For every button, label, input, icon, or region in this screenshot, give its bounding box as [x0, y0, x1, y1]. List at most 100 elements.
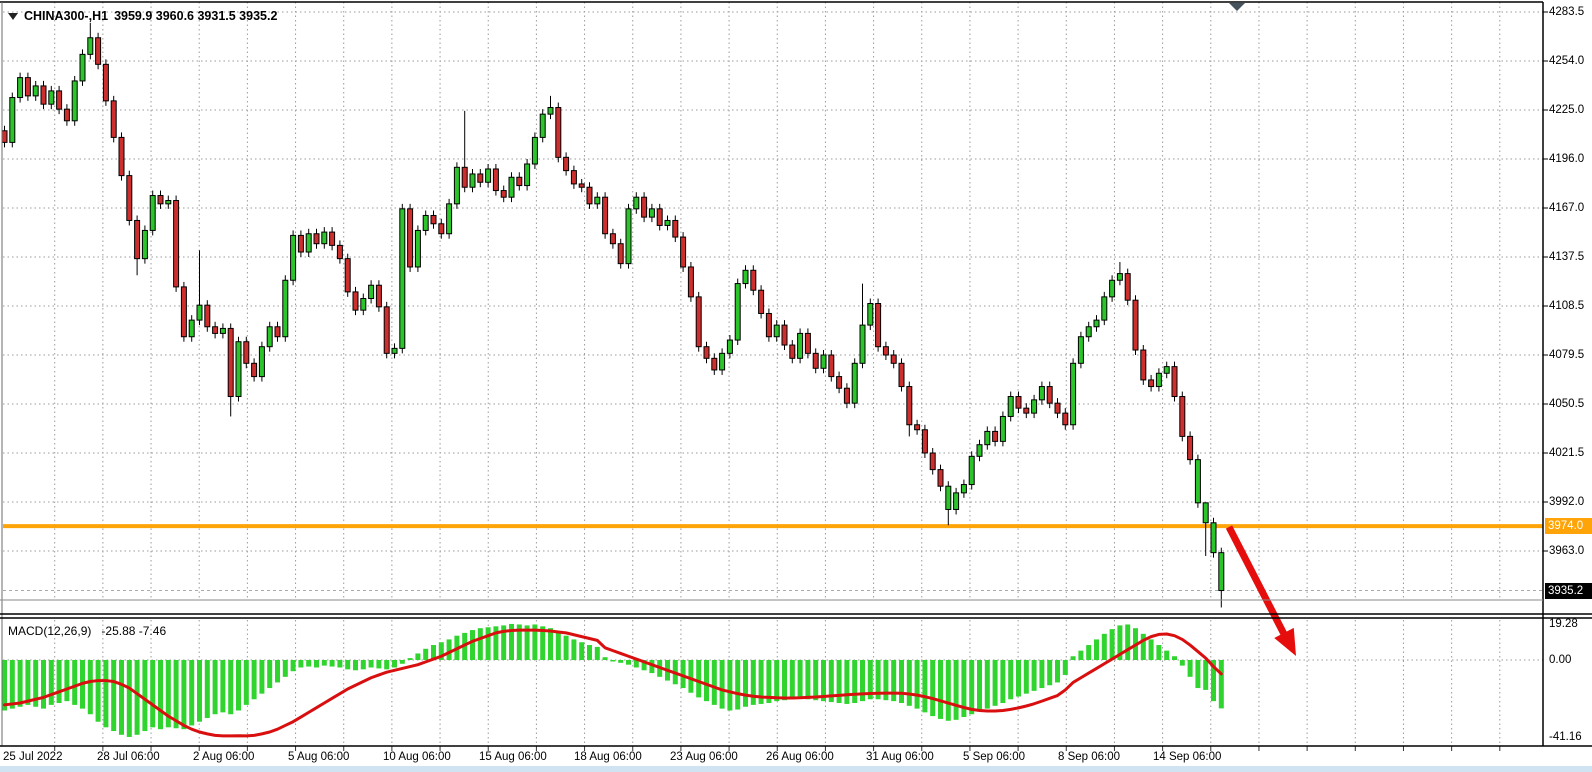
candle-bullish: [322, 232, 327, 244]
candle-bearish: [228, 328, 233, 396]
candle-bearish: [181, 287, 186, 337]
candle-bullish: [1102, 297, 1107, 320]
candle-bullish: [720, 353, 725, 370]
candle-bearish: [688, 267, 693, 297]
macd-histogram-bar: [361, 660, 366, 669]
candle-bullish: [150, 196, 155, 231]
candle-bearish: [1055, 403, 1060, 413]
collapse-triangle-icon[interactable]: [8, 13, 18, 20]
trend-arrow-line[interactable]: [1229, 527, 1285, 636]
macd-histogram-bar: [696, 660, 701, 697]
macd-histogram-bar: [548, 628, 553, 660]
candle-bearish: [1149, 380, 1154, 387]
macd-indicator-label: MACD(12,26,9) -25.88 -7.46: [8, 624, 166, 638]
candle-bullish: [626, 209, 631, 264]
hline-price-badge[interactable]: 3974.0: [1545, 518, 1592, 534]
candle-bearish: [915, 425, 920, 430]
candle-bearish: [119, 137, 124, 175]
candle-bullish: [1110, 280, 1115, 297]
macd-histogram-bar: [618, 660, 623, 663]
macd-histogram-bar: [610, 660, 615, 662]
macd-histogram-bar: [1195, 660, 1200, 688]
macd-histogram-bar: [915, 660, 920, 709]
macd-histogram-bar: [298, 660, 303, 667]
candle-bullish: [1094, 320, 1099, 327]
candle-bearish: [1133, 300, 1138, 350]
candle-bearish: [439, 224, 444, 234]
candle-bearish: [353, 292, 358, 310]
date-axis-label: 10 Aug 06:00: [383, 751, 451, 763]
last-price-badge: 3935.2: [1545, 583, 1592, 599]
candle-bearish: [337, 245, 342, 258]
macd-histogram-bar: [743, 660, 748, 707]
macd-histogram-bar: [790, 660, 795, 699]
candle-bullish: [369, 285, 374, 298]
macd-histogram-bar: [852, 660, 857, 703]
candle-bullish: [1008, 397, 1013, 417]
macd-histogram-bar: [486, 627, 491, 660]
macd-histogram-bar: [1156, 645, 1161, 660]
candle-bullish: [18, 78, 23, 98]
candle-bullish: [727, 340, 732, 353]
candle-bullish: [665, 220, 670, 225]
macd-histogram-bar: [751, 660, 756, 705]
macd-histogram-bar: [720, 660, 725, 709]
candle-bearish: [384, 307, 389, 354]
macd-histogram-bar: [1141, 634, 1146, 660]
macd-histogram-bar: [330, 660, 335, 667]
macd-values: -25.88 -7.46: [101, 624, 166, 638]
macd-histogram-bar: [946, 660, 951, 721]
candle-bullish: [392, 348, 397, 353]
macd-histogram-bar: [985, 660, 990, 709]
candle-bearish: [790, 345, 795, 358]
candle-bullish: [860, 325, 865, 363]
candle-bearish: [25, 78, 30, 96]
candle-bearish: [564, 157, 569, 170]
candle-bullish: [415, 230, 420, 267]
macd-histogram-bar: [712, 660, 717, 705]
macd-histogram-bar: [1188, 660, 1193, 677]
macd-histogram-bar: [376, 660, 381, 668]
macd-histogram-bar: [423, 649, 428, 660]
macd-histogram-bar: [49, 660, 54, 705]
chart-shift-marker-icon[interactable]: [1229, 3, 1245, 11]
candle-bullish: [735, 284, 740, 340]
date-axis-label: 2 Aug 06:00: [193, 751, 254, 763]
macd-histogram-bar: [135, 660, 140, 735]
macd-histogram-bar: [1180, 660, 1185, 666]
price-axis-label: 3963.0: [1549, 545, 1584, 557]
macd-histogram-bar: [314, 660, 319, 667]
candle-bearish: [127, 176, 132, 221]
date-axis-label: 28 Jul 06:00: [97, 751, 160, 763]
macd-histogram-bar: [236, 660, 241, 710]
candle-bearish: [174, 201, 179, 287]
macd-histogram-bar: [938, 660, 943, 719]
chart-canvas[interactable]: [0, 0, 1592, 772]
macd-histogram-bar: [275, 660, 280, 682]
date-axis-label: 31 Aug 06:00: [866, 751, 934, 763]
macd-histogram-bar: [891, 660, 896, 701]
candle-bullish: [595, 197, 600, 204]
macd-histogram-bar: [1032, 660, 1037, 691]
macd-histogram-bar: [571, 639, 576, 660]
price-axis-label: 3992.0: [1549, 496, 1584, 508]
symbol-period-label: CHINA300-,H1: [24, 9, 108, 23]
macd-histogram-bar: [205, 660, 210, 718]
macd-histogram-bar: [10, 660, 15, 709]
candle-bearish: [376, 285, 381, 307]
macd-histogram-bar: [400, 660, 405, 664]
candle-bullish: [306, 234, 311, 252]
macd-histogram-bar: [587, 645, 592, 660]
candle-bearish: [431, 215, 436, 223]
candle-bullish: [1071, 363, 1076, 424]
macd-histogram-bar: [1039, 660, 1044, 688]
candle-bearish: [704, 347, 709, 359]
macd-histogram-bar: [142, 660, 147, 731]
macd-histogram-bar: [813, 660, 818, 700]
candle-bearish: [556, 108, 561, 158]
macd-histogram-bar: [384, 660, 389, 669]
candle-bearish: [899, 363, 904, 386]
candle-bullish: [189, 320, 194, 337]
candle-bearish: [314, 234, 319, 244]
candle-bullish: [1203, 503, 1208, 523]
